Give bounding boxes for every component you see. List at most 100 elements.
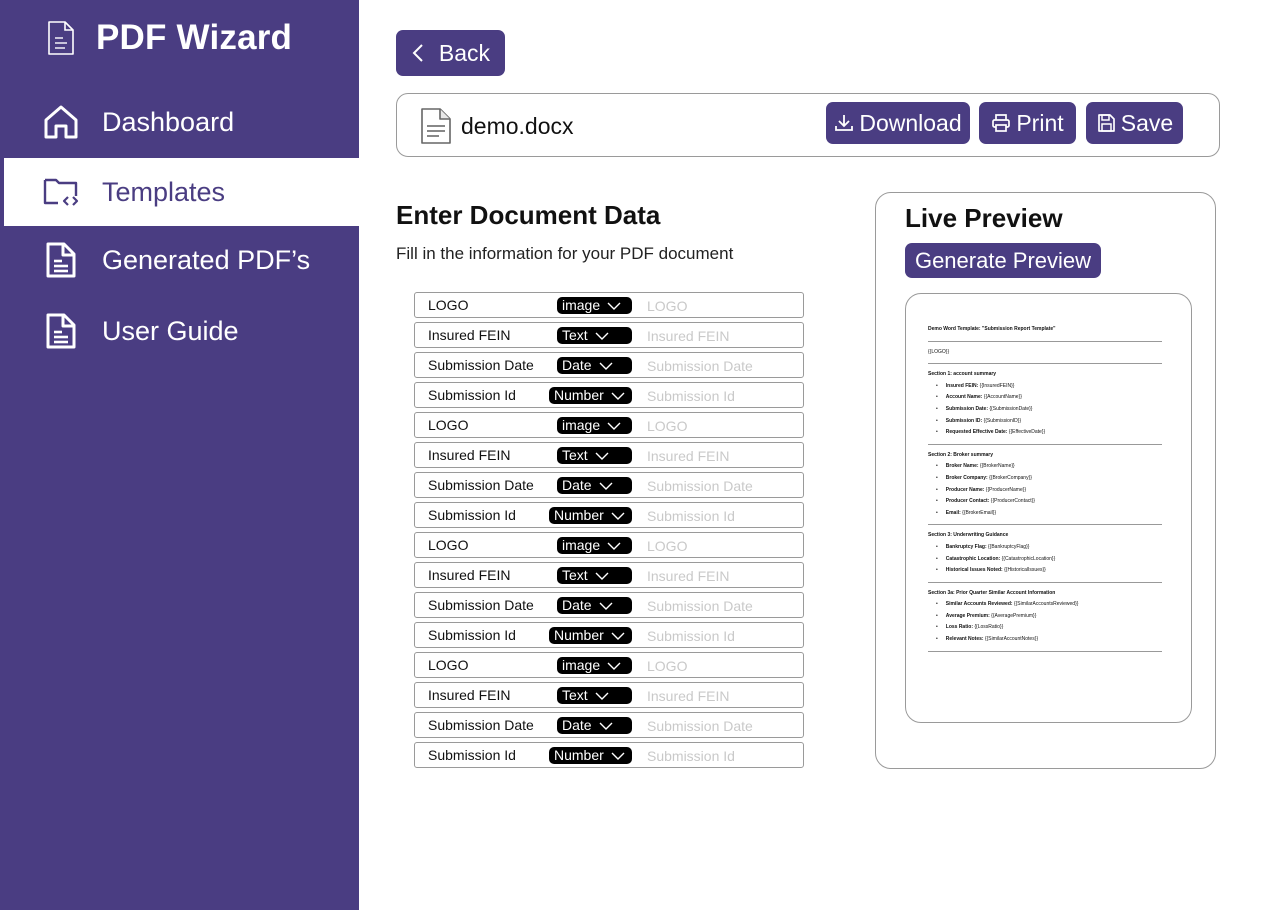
chevron-down-icon <box>595 692 609 700</box>
preview-logo-placeholder: {{LOGO}} <box>928 348 950 355</box>
preview-item-key: Email: <box>945 509 961 516</box>
field-type-select[interactable]: Text <box>557 447 632 464</box>
field-value-input[interactable] <box>647 506 797 525</box>
field-type-select[interactable]: image <box>557 657 632 674</box>
preview-item-key: Average Premium: <box>945 612 990 619</box>
field-type-value: Date <box>562 717 592 733</box>
form-field-row: Submission Date Date <box>414 592 804 618</box>
field-type-select[interactable]: Text <box>557 567 632 584</box>
field-type-select[interactable]: Date <box>557 597 632 614</box>
field-type-select[interactable]: Text <box>557 687 632 704</box>
chevron-down-icon <box>595 332 609 340</box>
form-title: Enter Document Data <box>396 200 661 230</box>
field-value-input[interactable] <box>647 416 797 435</box>
document-icon <box>48 21 74 55</box>
floppy-disk-icon <box>1097 114 1115 132</box>
preview-divider <box>928 340 1162 342</box>
chevron-left-icon <box>412 44 423 62</box>
field-type-select[interactable]: Date <box>557 357 632 374</box>
generate-preview-button[interactable]: Generate Preview <box>905 243 1101 278</box>
field-label: Submission Date <box>428 597 534 613</box>
chevron-down-icon <box>595 452 609 460</box>
field-value-input[interactable] <box>647 746 797 765</box>
field-type-value: image <box>562 297 601 313</box>
preview-list-item: Catastrophic Location: {{CatastrophicLoc… <box>928 554 1162 566</box>
form-field-row: LOGO image <box>414 412 804 438</box>
field-type-select[interactable]: Date <box>557 717 632 734</box>
sidebar-item-generated-pdfs[interactable]: Generated PDF’s <box>0 226 359 294</box>
field-value-input[interactable] <box>647 716 797 735</box>
preview-item-key: Submission ID: <box>945 417 983 424</box>
print-button[interactable]: Print <box>979 102 1076 144</box>
field-value-input[interactable] <box>647 386 797 405</box>
sidebar-item-dashboard[interactable]: Dashboard <box>0 88 359 156</box>
field-value-input[interactable] <box>647 536 797 555</box>
preview-item-value: {{SimilarAccountNotes}} <box>984 636 1039 643</box>
field-type-select[interactable]: Text <box>557 327 632 344</box>
save-button[interactable]: Save <box>1086 102 1183 144</box>
preview-item-value: {{EffectiveDate}} <box>1008 429 1046 436</box>
field-value-input[interactable] <box>647 686 797 705</box>
form-field-row: Submission Date Date <box>414 352 804 378</box>
field-type-select[interactable]: image <box>557 297 632 314</box>
back-button[interactable]: Back <box>396 30 505 76</box>
field-value-input[interactable] <box>647 326 797 345</box>
preview-item-key: Similar Accounts Reviewed: <box>945 601 1013 608</box>
field-type-select[interactable]: Number <box>549 507 632 524</box>
field-type-select[interactable]: Number <box>549 747 632 764</box>
field-value-input[interactable] <box>647 626 797 645</box>
preview-item-value: {{InsuredFEIN}} <box>979 382 1015 389</box>
form-field-row: Submission Id Number <box>414 742 804 768</box>
preview-list-item: Submission Date: {{SubmissionDate}} <box>928 404 1162 416</box>
preview-item-key: Producer Contact: <box>945 498 990 505</box>
field-type-select[interactable]: Date <box>557 477 632 494</box>
preview-item-key: Historical Issues Noted: <box>945 567 1003 574</box>
sidebar-item-label: Generated PDF’s <box>102 244 311 275</box>
sidebar-item-templates[interactable]: Templates <box>4 158 359 226</box>
field-type-value: Text <box>562 567 588 583</box>
form-field-row: LOGO image <box>414 532 804 558</box>
field-type-select[interactable]: Number <box>549 387 632 404</box>
form-field-row: Submission Date Date <box>414 472 804 498</box>
chevron-down-icon <box>599 722 613 730</box>
preview-item-key: Account Name: <box>945 394 983 401</box>
field-value-input[interactable] <box>647 476 797 495</box>
home-icon <box>44 105 78 139</box>
print-label: Print <box>1016 109 1064 136</box>
preview-item-key: Broker Company: <box>945 474 988 481</box>
field-type-select[interactable]: Number <box>549 627 632 644</box>
sidebar: PDF Wizard Dashboard Templates Generated… <box>0 0 359 910</box>
folder-code-icon <box>43 178 79 206</box>
download-label: Download <box>859 109 962 136</box>
field-type-select[interactable]: image <box>557 537 632 554</box>
field-value-input[interactable] <box>647 356 797 375</box>
preview-list-item: Insured FEIN: {{InsuredFEIN}} <box>928 381 1162 393</box>
field-value-input[interactable] <box>647 566 797 585</box>
preview-item-key: Bankruptcy Flag: <box>945 543 987 550</box>
chevron-down-icon <box>607 542 621 550</box>
preview-item-value: {{ProducerName}} <box>985 486 1027 493</box>
form-field-row: Insured FEIN Text <box>414 322 804 348</box>
field-label: Submission Date <box>428 357 534 373</box>
file-name: demo.docx <box>461 113 574 139</box>
field-value-input[interactable] <box>647 596 797 615</box>
preview-list-item: Broker Name: {{BrokerName}} <box>928 461 1162 473</box>
download-button[interactable]: Download <box>826 102 970 144</box>
preview-title: Live Preview <box>905 203 1063 233</box>
chevron-down-icon <box>611 512 625 520</box>
field-value-input[interactable] <box>647 656 797 675</box>
preview-list-item: Similar Accounts Reviewed: {{SimilarAcco… <box>928 599 1162 611</box>
field-type-value: Text <box>562 687 588 703</box>
file-bar: demo.docx Download Print Save <box>396 93 1220 157</box>
preview-item-value: {{BrokerName}} <box>979 463 1015 470</box>
field-label: Insured FEIN <box>428 327 511 343</box>
field-value-input[interactable] <box>647 446 797 465</box>
field-value-input[interactable] <box>647 296 797 315</box>
preview-document[interactable]: Demo Word Template: "Submission Report T… <box>905 293 1192 723</box>
preview-list-item: Broker Company: {{BrokerCompany}} <box>928 473 1162 485</box>
field-type-value: Date <box>562 357 592 373</box>
sidebar-item-user-guide[interactable]: User Guide <box>0 297 359 365</box>
field-label: Insured FEIN <box>428 447 511 463</box>
field-type-select[interactable]: image <box>557 417 632 434</box>
preview-list-item: Historical Issues Noted: {{HistoricalIss… <box>928 565 1162 577</box>
